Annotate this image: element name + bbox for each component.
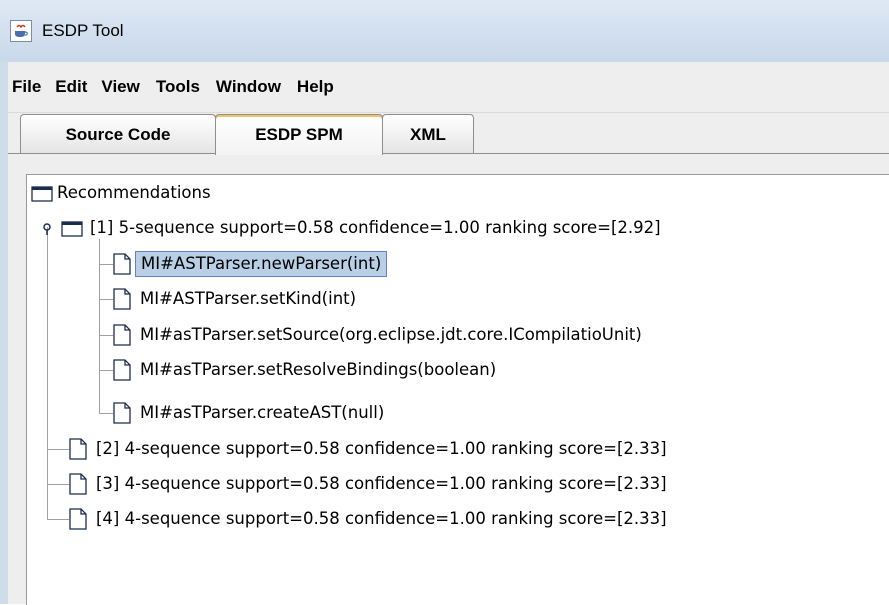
tree-leaf-label: MI#asTParser.setResolveBindings(boolean) [140, 360, 497, 379]
menu-window[interactable]: Window [212, 77, 293, 97]
file-icon [113, 324, 131, 346]
tree-leaf[interactable]: MI#asTParser.setSource(org.eclipse.jdt.c… [113, 322, 646, 348]
tab-source-code[interactable]: Source Code [20, 114, 216, 154]
tree-guide-line [47, 519, 69, 520]
tab-label: Source Code [65, 124, 171, 144]
file-icon [113, 288, 131, 310]
tab-xml[interactable]: XML [382, 114, 474, 154]
file-icon [69, 438, 87, 460]
tree-node-label: [3] 4-sequence support=0.58 confidence=1… [96, 474, 667, 493]
tree-guide-line [99, 370, 113, 371]
file-icon [113, 253, 131, 275]
tree-leaf[interactable]: MI#asTParser.createAST(null) [113, 400, 388, 426]
tab-label: ESDP SPM [255, 125, 343, 144]
tree-panel[interactable]: Recommendations [1] 5-sequence support=0… [26, 174, 889, 605]
title-bar[interactable]: ESDP Tool [0, 0, 889, 62]
tree-guide-line [99, 413, 113, 414]
tree-guide-line [47, 227, 48, 519]
tree-guide-line [99, 335, 113, 336]
tree-leaf[interactable]: MI#ASTParser.newParser(int) [113, 251, 388, 277]
tree-node-label: [1] 5-sequence support=0.58 confidence=1… [90, 218, 661, 237]
tree-guide-line [47, 449, 69, 450]
tree-root[interactable]: Recommendations [31, 180, 215, 206]
tree-leaf[interactable]: MI#asTParser.setResolveBindings(boolean) [113, 357, 500, 383]
tree-root-label: Recommendations [57, 183, 211, 202]
tree-leaf-label: MI#asTParser.createAST(null) [140, 403, 385, 422]
tree-guide-line [99, 239, 100, 413]
expand-handle-icon[interactable] [39, 220, 55, 236]
menu-help[interactable]: Help [293, 77, 346, 97]
file-icon [69, 508, 87, 530]
window: ESDP Tool File Edit View Tools Window He… [0, 0, 889, 605]
tree-node-4[interactable]: [4] 4-sequence support=0.58 confidence=1… [69, 506, 671, 532]
file-icon [113, 359, 131, 381]
tab-baseline [8, 153, 889, 154]
tree-guide-line [47, 484, 69, 485]
tree-node-1[interactable]: [1] 5-sequence support=0.58 confidence=1… [39, 215, 665, 241]
tab-esdp-spm[interactable]: ESDP SPM [215, 114, 383, 155]
menu-tools[interactable]: Tools [152, 77, 212, 97]
window-title: ESDP Tool [42, 21, 124, 40]
folder-icon [61, 221, 83, 237]
tree-node-label: [4] 4-sequence support=0.58 confidence=1… [96, 509, 667, 528]
tree-node-3[interactable]: [3] 4-sequence support=0.58 confidence=1… [69, 471, 671, 497]
file-icon [113, 402, 131, 424]
menu-bar: File Edit View Tools Window Help [8, 62, 889, 112]
tree-leaf-label: MI#asTParser.setSource(org.eclipse.jdt.c… [140, 325, 642, 344]
tree-node-label: [2] 4-sequence support=0.58 confidence=1… [96, 439, 667, 458]
client-area: File Edit View Tools Window Help Source … [8, 62, 889, 605]
file-icon [69, 473, 87, 495]
menu-separator [8, 112, 889, 113]
java-cup-icon[interactable] [10, 20, 32, 42]
tree-leaf[interactable]: MI#ASTParser.setKind(int) [113, 286, 360, 312]
tab-strip: Source Code ESDP SPM XML [8, 114, 889, 155]
tab-label: XML [410, 124, 446, 144]
tree-leaf-label: MI#ASTParser.newParser(int) [135, 251, 388, 277]
tree-node-2[interactable]: [2] 4-sequence support=0.58 confidence=1… [69, 436, 671, 462]
tree-leaf-label: MI#ASTParser.setKind(int) [140, 289, 357, 308]
folder-icon [31, 186, 53, 202]
tree-guide-line [99, 264, 113, 265]
tree-guide-line [99, 299, 113, 300]
menu-edit[interactable]: Edit [51, 77, 97, 97]
menu-view[interactable]: View [97, 77, 151, 97]
menu-file[interactable]: File [12, 77, 51, 97]
